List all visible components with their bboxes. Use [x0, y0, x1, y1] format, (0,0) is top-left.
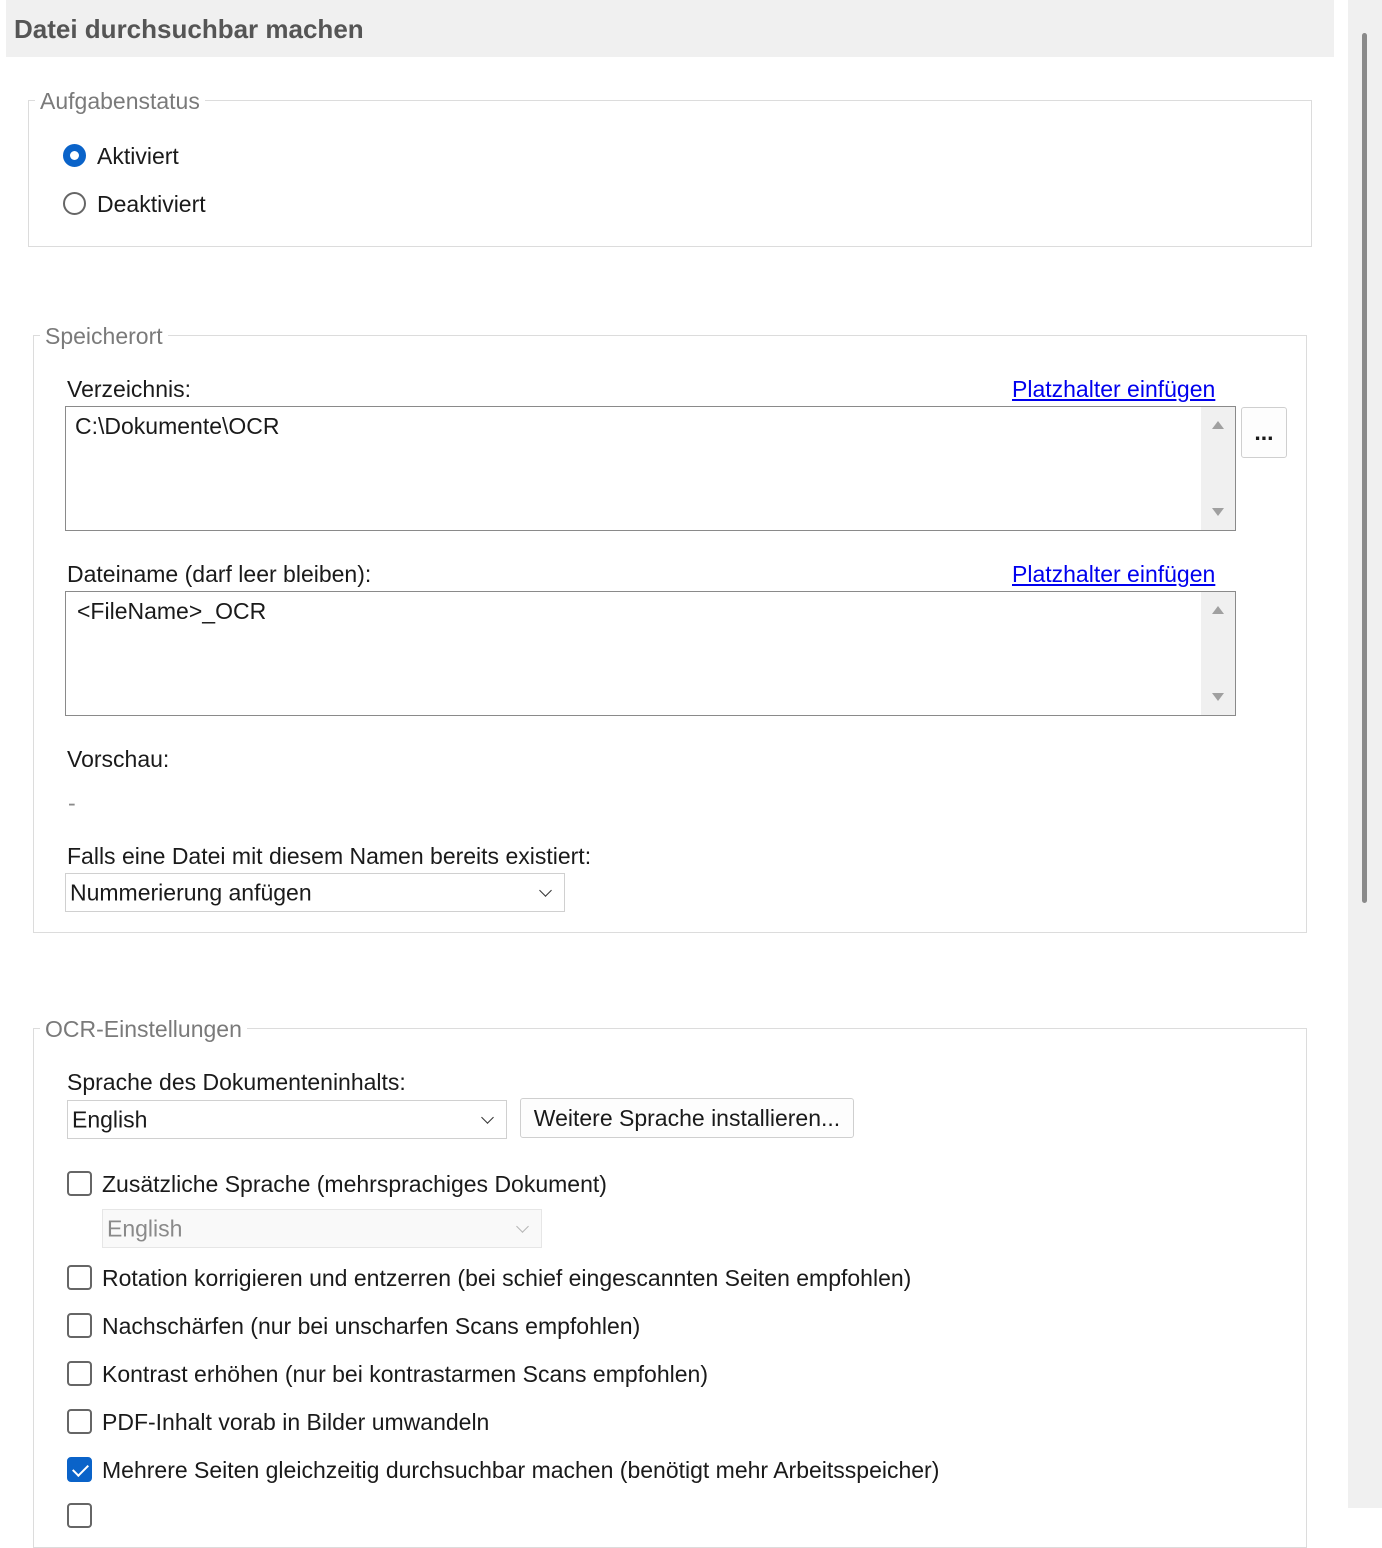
checkbox-contrast[interactable] [67, 1361, 92, 1386]
chevron-down-icon [539, 883, 552, 897]
scroll-down-icon[interactable] [1212, 693, 1224, 701]
radio-deaktiviert[interactable] [63, 192, 86, 215]
contrast-label[interactable]: Kontrast erhöhen (nur bei kontrastarmen … [102, 1361, 708, 1388]
directory-insert-placeholder-link[interactable]: Platzhalter einfügen [1012, 376, 1215, 403]
file-exists-selected: Nummerierung anfügen [70, 879, 312, 905]
scroll-down-icon[interactable] [1212, 508, 1224, 516]
directory-textarea[interactable]: C:\Dokumente\OCR [65, 406, 1236, 531]
scrollbar-thumb[interactable] [1362, 33, 1367, 903]
install-language-button-label: Weitere Sprache installieren... [533, 1104, 841, 1131]
chevron-down-icon [481, 1110, 494, 1124]
scroll-up-icon[interactable] [1212, 606, 1224, 614]
scroll-up-icon[interactable] [1212, 421, 1224, 429]
filename-label: Dateiname (darf leer bleiben): [67, 561, 372, 587]
language-select[interactable]: English [67, 1100, 507, 1139]
directory-textarea-scrollbar[interactable] [1201, 407, 1235, 530]
filename-insert-placeholder-link[interactable]: Platzhalter einfügen [1012, 561, 1215, 588]
radio-deaktiviert-label[interactable]: Deaktiviert [97, 191, 206, 218]
checkbox-sharpen[interactable] [67, 1313, 92, 1338]
task-status-legend: Aufgabenstatus [35, 88, 205, 114]
parallel-pages-label[interactable]: Mehrere Seiten gleichzeitig durchsuchbar… [102, 1457, 939, 1484]
directory-value: C:\Dokumente\OCR [75, 413, 280, 439]
checkbox-rotation[interactable] [67, 1265, 92, 1290]
file-exists-select[interactable]: Nummerierung anfügen [65, 873, 565, 912]
preview-value: - [68, 790, 76, 816]
file-exists-label: Falls eine Datei mit diesem Namen bereit… [67, 843, 592, 869]
filename-value: <FileName>_OCR [77, 598, 267, 624]
checkbox-parallel-pages[interactable] [67, 1457, 92, 1482]
chevron-down-icon [516, 1219, 529, 1233]
language-label: Sprache des Dokumenteninhalts: [67, 1069, 406, 1095]
browse-button-label: ... [1254, 419, 1274, 445]
ocr-settings-legend: OCR-Einstellungen [40, 1016, 247, 1042]
browse-button[interactable]: ... [1241, 407, 1287, 458]
install-language-button[interactable]: Weitere Sprache installieren... [520, 1098, 854, 1138]
additional-language-selected: English [107, 1215, 183, 1241]
checkbox-next-option[interactable] [67, 1503, 92, 1528]
location-legend: Speicherort [40, 323, 168, 349]
page-title: Datei durchsuchbar machen [14, 14, 364, 44]
convert-images-label[interactable]: PDF-Inhalt vorab in Bilder umwandeln [102, 1409, 489, 1436]
radio-aktiviert-label[interactable]: Aktiviert [97, 143, 179, 170]
checkbox-convert-images[interactable] [67, 1409, 92, 1434]
filename-textarea-scrollbar[interactable] [1201, 592, 1235, 715]
radio-aktiviert[interactable] [63, 144, 86, 167]
filename-textarea[interactable]: <FileName>_OCR [65, 591, 1236, 716]
sharpen-label[interactable]: Nachschärfen (nur bei unscharfen Scans e… [102, 1313, 640, 1340]
preview-label: Vorschau: [67, 746, 170, 772]
additional-language-label[interactable]: Zusätzliche Sprache (mehrsprachiges Doku… [102, 1171, 607, 1198]
checkbox-additional-language[interactable] [67, 1171, 92, 1196]
task-status-group [28, 100, 1312, 247]
directory-label: Verzeichnis: [67, 376, 192, 402]
additional-language-select: English [102, 1209, 542, 1248]
rotation-label[interactable]: Rotation korrigieren und entzerren (bei … [102, 1265, 911, 1292]
language-selected: English [72, 1106, 148, 1132]
header-bar: Datei durchsuchbar machen [6, 0, 1334, 57]
